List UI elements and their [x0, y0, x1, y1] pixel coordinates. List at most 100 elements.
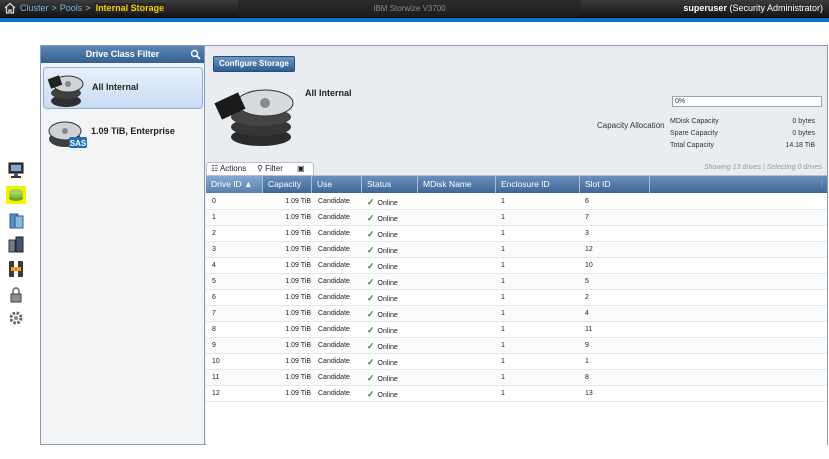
- pools-icon[interactable]: [6, 186, 26, 204]
- configure-storage-button[interactable]: Configure Storage: [213, 56, 295, 72]
- drive-stack-icon: [47, 75, 84, 107]
- status-cell: ✓ Online: [367, 370, 417, 386]
- use-cell: Candidate: [318, 278, 350, 285]
- filter-item-enterprise-sas[interactable]: SAS 1.09 TiB, Enterprise: [43, 112, 203, 154]
- column-header-enclosure-id[interactable]: Enclosure ID: [496, 176, 580, 193]
- table-row[interactable]: 10 1.09 TiB Candidate ✓ Online 1 1: [206, 354, 827, 370]
- status-cell: ✓ Online: [367, 290, 417, 306]
- enclosure-id-cell: 1: [501, 374, 505, 381]
- settings-icon[interactable]: [6, 309, 26, 327]
- use-cell: Candidate: [318, 294, 350, 301]
- mdisk-name-cell: [423, 210, 495, 226]
- mdisk-name-cell: [423, 386, 495, 402]
- column-header-label: Drive ID: [211, 179, 242, 189]
- filter-item-all-internal[interactable]: All Internal: [43, 67, 203, 109]
- capacity-cell: 1.09 TiB: [285, 310, 311, 317]
- actions-label: Actions: [219, 164, 247, 173]
- monitoring-icon[interactable]: [6, 161, 26, 179]
- grid-toolbar: ☷ Actions ⚲ Filter ▣: [206, 162, 314, 175]
- status-cell: ✓ Online: [367, 274, 417, 290]
- status-text: Online: [377, 392, 398, 399]
- enclosure-id-cell: 1: [501, 198, 505, 205]
- mdisk-capacity-value: 0 bytes: [792, 118, 815, 125]
- enclosure-id-cell: 1: [501, 326, 505, 333]
- column-header-slot-id[interactable]: Slot ID: [580, 176, 650, 193]
- capacity-cell: 1.09 TiB: [285, 246, 311, 253]
- enclosure-id-cell: 1: [501, 246, 505, 253]
- use-cell: Candidate: [318, 390, 350, 397]
- column-header-mdisk-name[interactable]: MDisk Name: [418, 176, 496, 193]
- online-check-icon: ✓: [367, 309, 375, 319]
- status-text: Online: [377, 296, 398, 303]
- hosts-icon[interactable]: [6, 236, 26, 254]
- column-chooser-icon[interactable]: ⫶: [821, 176, 823, 193]
- filter-button[interactable]: ⚲ Filter: [257, 164, 283, 173]
- search-icon[interactable]: [190, 49, 201, 60]
- table-row[interactable]: 12 1.09 TiB Candidate ✓ Online 1 13: [206, 386, 827, 402]
- drive-id-cell: 10: [212, 358, 220, 365]
- table-row[interactable]: 4 1.09 TiB Candidate ✓ Online 1 10: [206, 258, 827, 274]
- home-icon[interactable]: [4, 2, 16, 14]
- status-text: Online: [377, 360, 398, 367]
- table-row[interactable]: 8 1.09 TiB Candidate ✓ Online 1 11: [206, 322, 827, 338]
- filter-item-label: 1.09 TiB, Enterprise: [91, 126, 175, 136]
- actions-icon: ☷: [211, 164, 219, 173]
- table-row[interactable]: 5 1.09 TiB Candidate ✓ Online 1 5: [206, 274, 827, 290]
- column-header-status[interactable]: Status: [362, 176, 418, 193]
- status-text: Online: [377, 328, 398, 335]
- volumes-icon[interactable]: [6, 212, 26, 230]
- capacity-cell: 1.09 TiB: [285, 198, 311, 205]
- use-cell: Candidate: [318, 262, 350, 269]
- online-check-icon: ✓: [367, 277, 375, 287]
- status-cell: ✓ Online: [367, 386, 417, 402]
- table-row[interactable]: 2 1.09 TiB Candidate ✓ Online 1 3: [206, 226, 827, 242]
- status-cell: ✓ Online: [367, 194, 417, 210]
- breadcrumb-cluster[interactable]: Cluster: [20, 3, 49, 13]
- mdisk-name-cell: [423, 370, 495, 386]
- capacity-cell: 1.09 TiB: [285, 294, 311, 301]
- table-row[interactable]: 11 1.09 TiB Candidate ✓ Online 1 8: [206, 370, 827, 386]
- drive-id-cell: 2: [212, 230, 216, 237]
- mdisk-name-cell: [423, 194, 495, 210]
- access-icon[interactable]: [6, 286, 26, 304]
- slot-id-cell: 11: [585, 326, 593, 333]
- drive-id-cell: 5: [212, 278, 216, 285]
- table-row[interactable]: 3 1.09 TiB Candidate ✓ Online 1 12: [206, 242, 827, 258]
- status-cell: ✓ Online: [367, 258, 417, 274]
- drive-id-cell: 6: [212, 294, 216, 301]
- column-header-drive-id[interactable]: Drive ID ▲: [206, 176, 263, 193]
- export-icon[interactable]: ▣: [297, 164, 305, 173]
- online-check-icon: ✓: [367, 389, 375, 399]
- table-row[interactable]: 6 1.09 TiB Candidate ✓ Online 1 2: [206, 290, 827, 306]
- mdisk-capacity-label: MDisk Capacity: [670, 118, 719, 125]
- slot-id-cell: 8: [585, 374, 589, 381]
- user-name: superuser: [683, 3, 727, 13]
- slot-id-cell: 7: [585, 214, 589, 221]
- filter-search-icon: ⚲: [257, 164, 263, 173]
- copy-services-icon[interactable]: [6, 260, 26, 278]
- product-name: IBM Storwize V3700: [238, 0, 581, 17]
- status-text: Online: [377, 200, 398, 207]
- filter-item-label: All Internal: [92, 82, 139, 92]
- drive-id-cell: 1: [212, 214, 216, 221]
- user-menu[interactable]: superuser (Security Administrator): [683, 3, 823, 13]
- mdisk-name-cell: [423, 258, 495, 274]
- capacity-cell: 1.09 TiB: [285, 342, 311, 349]
- status-cell: ✓ Online: [367, 354, 417, 370]
- mdisk-name-cell: [423, 274, 495, 290]
- total-capacity-label: Total Capacity: [670, 142, 714, 149]
- table-row[interactable]: 0 1.09 TiB Candidate ✓ Online 1 6: [206, 194, 827, 210]
- actions-menu[interactable]: ☷ Actions: [211, 164, 246, 173]
- table-row[interactable]: 9 1.09 TiB Candidate ✓ Online 1 9: [206, 338, 827, 354]
- breadcrumb-pools[interactable]: Pools: [60, 3, 83, 13]
- table-row[interactable]: 7 1.09 TiB Candidate ✓ Online 1 4: [206, 306, 827, 322]
- table-row[interactable]: 1 1.09 TiB Candidate ✓ Online 1 7: [206, 210, 827, 226]
- capacity-allocation-label: Capacity Allocation: [597, 121, 665, 130]
- status-text: Online: [377, 344, 398, 351]
- column-header-use[interactable]: Use: [312, 176, 362, 193]
- capacity-cell: 1.09 TiB: [285, 214, 311, 221]
- online-check-icon: ✓: [367, 373, 375, 383]
- use-cell: Candidate: [318, 326, 350, 333]
- column-header-capacity[interactable]: Capacity: [263, 176, 312, 193]
- slot-id-cell: 3: [585, 230, 589, 237]
